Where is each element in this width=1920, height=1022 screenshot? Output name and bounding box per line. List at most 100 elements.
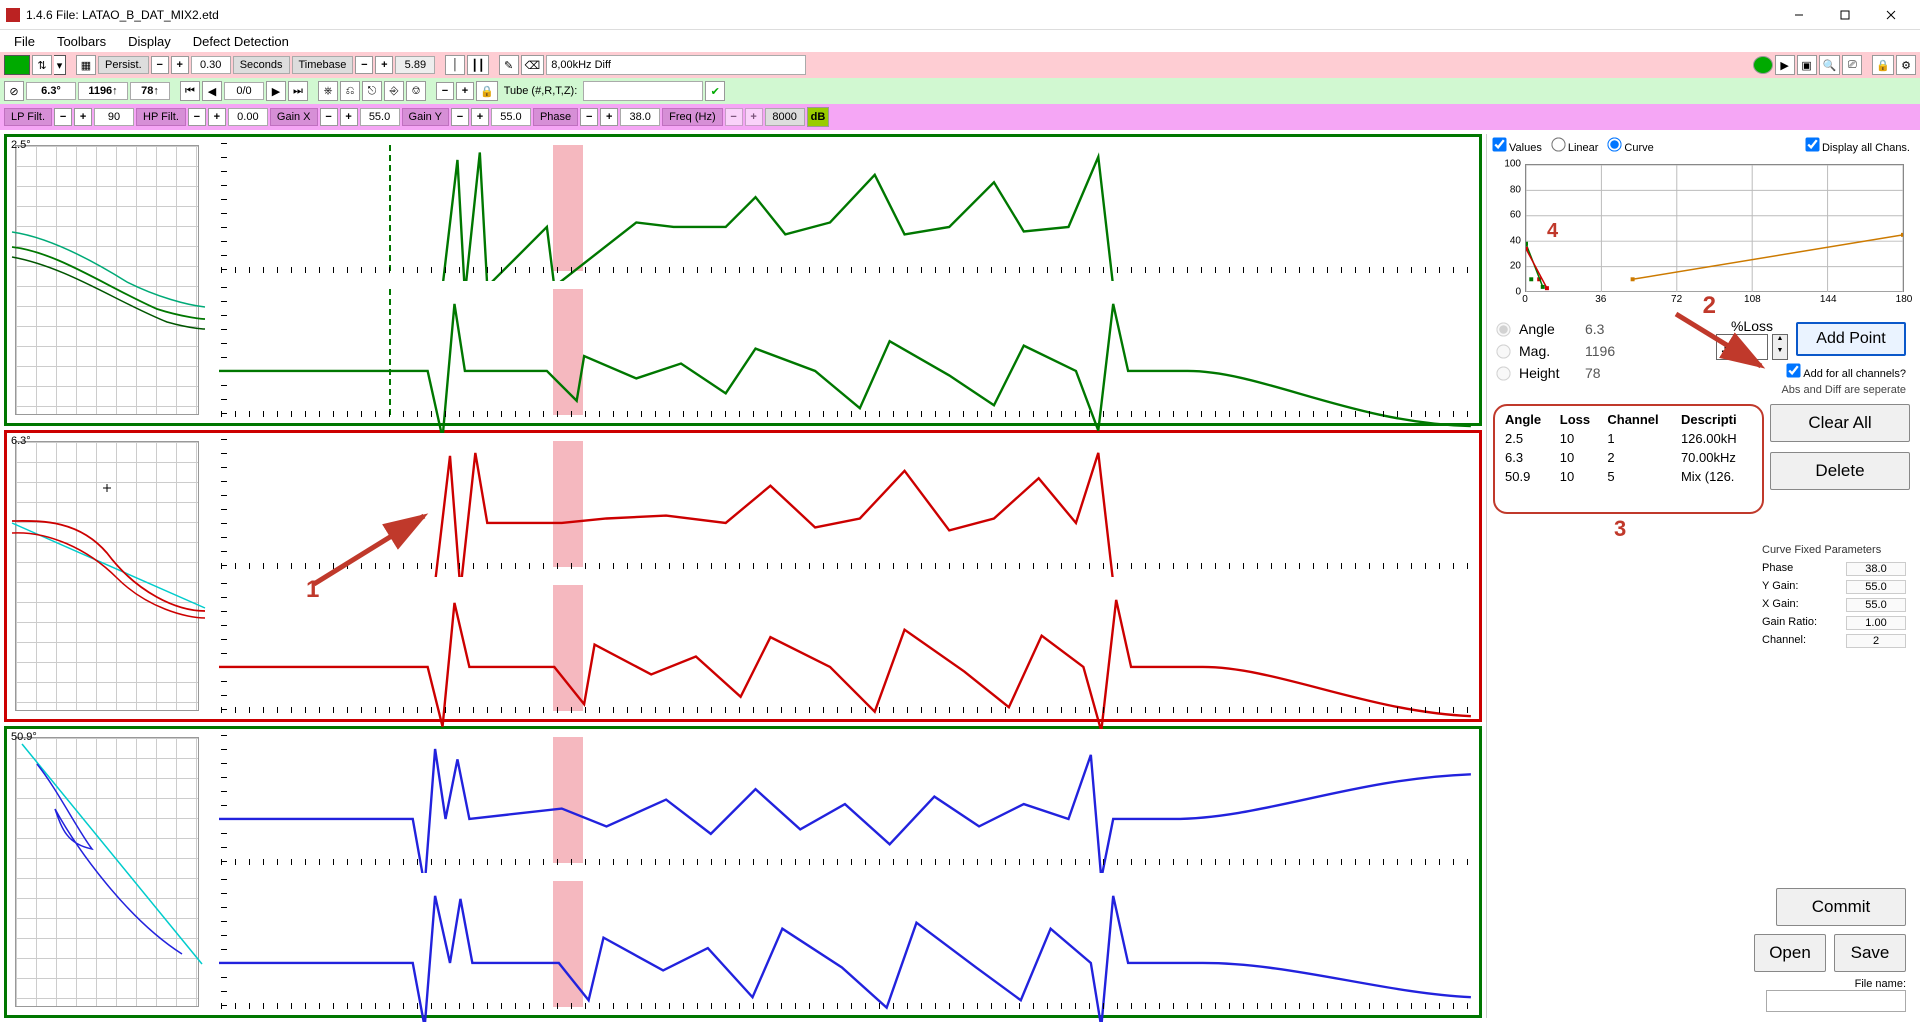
filter-c-icon[interactable]: ⎋ [362, 81, 382, 101]
nav-first-icon[interactable]: ⏮ [180, 81, 200, 101]
strip-ch5-top[interactable] [211, 729, 1479, 871]
minimize-button[interactable] [1776, 0, 1822, 30]
save-button[interactable]: Save [1834, 934, 1906, 972]
linear-radio[interactable]: Linear [1552, 138, 1599, 154]
gainy-plus[interactable]: + [471, 108, 489, 126]
angle-radio [1496, 322, 1510, 336]
nav-last-icon[interactable]: ⏭ [288, 81, 308, 101]
tube-lock-icon[interactable]: 🔒 [476, 81, 498, 101]
table-row[interactable]: 50.9105Mix (126. [1501, 467, 1756, 486]
menu-defect-detection[interactable]: Defect Detection [183, 32, 299, 51]
nav-prev-icon[interactable]: ◀ [202, 81, 222, 101]
menubar: File Toolbars Display Defect Detection [0, 30, 1920, 52]
abs-diff-note: Abs and Diff are seperate [1781, 384, 1906, 396]
gainx-plus[interactable]: + [340, 108, 358, 126]
persist-plus[interactable]: + [171, 56, 189, 74]
erase-tool-icon[interactable]: ⌫ [521, 55, 545, 75]
pct-loss-input[interactable] [1716, 334, 1768, 360]
calibration-chart[interactable]: 020406080100 03672108144180 4 [1493, 160, 1910, 310]
lpfilt-minus[interactable]: − [54, 108, 72, 126]
timebase-minus[interactable]: − [355, 56, 373, 74]
hpfilt-plus[interactable]: + [208, 108, 226, 126]
db-toggle[interactable]: dB [807, 107, 830, 127]
clear-all-button[interactable]: Clear All [1770, 404, 1910, 442]
open-button[interactable]: Open [1754, 934, 1826, 972]
tube-label: Tube (#,R,T,Z): [500, 85, 582, 97]
curve-radio[interactable]: Curve [1608, 138, 1653, 154]
swap-axes-icon[interactable]: ⇅ [32, 55, 52, 75]
points-table[interactable]: Angle Loss Channel Descripti 2.5101126.0… [1493, 404, 1764, 514]
record-icon[interactable] [1753, 56, 1773, 74]
menu-display[interactable]: Display [118, 32, 181, 51]
menu-toolbars[interactable]: Toolbars [47, 32, 116, 51]
filter-e-icon[interactable]: ⎊ [406, 81, 426, 101]
color-swatch[interactable] [4, 55, 30, 75]
lissajous-ch5[interactable]: 50.9° [7, 729, 207, 1015]
gainy-value: 55.0 [491, 108, 531, 126]
hpfilt-minus[interactable]: − [188, 108, 206, 126]
grid-toggle-icon[interactable]: ▦ [76, 55, 96, 75]
table-row[interactable]: 6.310270.00kHz [1501, 448, 1756, 467]
menu-file[interactable]: File [4, 32, 45, 51]
play-icon[interactable]: ▶ [1775, 55, 1795, 75]
timebase-value: 5.89 [395, 56, 435, 74]
range-tool-icon[interactable]: ┃┃ [467, 55, 488, 75]
plots-column: 2.5° [4, 134, 1482, 1018]
filter-a-icon[interactable]: ⎈ [318, 81, 338, 101]
tube-minus[interactable]: − [436, 82, 454, 100]
filter-b-icon[interactable]: ⎌ [340, 81, 360, 101]
persist-minus[interactable]: − [151, 56, 169, 74]
curve-view-options: Values Linear Curve Display all Chans. [1489, 136, 1914, 156]
display-all-check[interactable]: Display all Chans. [1806, 138, 1910, 154]
phase-label: Phase [533, 108, 578, 126]
values-check[interactable]: Values [1493, 138, 1542, 154]
strip-ch5-bot[interactable] [211, 873, 1479, 1015]
file-name-input[interactable] [1766, 990, 1906, 1012]
settings-icon[interactable]: ⚙ [1896, 55, 1916, 75]
maximize-button[interactable] [1822, 0, 1868, 30]
commit-button[interactable]: Commit [1776, 888, 1906, 926]
delete-button[interactable]: Delete [1770, 452, 1910, 490]
apply-tube-icon[interactable]: ✔ [705, 81, 725, 101]
persist-value: 0.30 [191, 56, 231, 74]
cursor-tool-icon[interactable]: │ [445, 55, 465, 75]
snapshot-icon[interactable]: ▣ [1797, 55, 1817, 75]
lissajous-ch1[interactable]: 2.5° [7, 137, 207, 423]
tube-icon[interactable]: ⊘ [4, 81, 24, 101]
app-icon [6, 8, 20, 22]
toolbar-processing: LP Filt. − + 90 HP Filt. − + 0.00 Gain X… [0, 104, 1920, 130]
table-row[interactable]: 2.5101126.00kH [1501, 429, 1756, 448]
gainy-minus[interactable]: − [451, 108, 469, 126]
strip-ch1-bot[interactable] [211, 281, 1479, 423]
channel-name-field[interactable] [546, 55, 806, 75]
main-area: 2.5° [0, 130, 1920, 1022]
lpfilt-value: 90 [94, 108, 134, 126]
add-all-channels-check[interactable]: Add for all channels? [1787, 364, 1906, 380]
close-button[interactable] [1868, 0, 1914, 30]
timebase-plus[interactable]: + [375, 56, 393, 74]
curve-fixed-params: Curve Fixed Parameters Phase38.0 Y Gain:… [1754, 540, 1914, 654]
pct-loss-spinner[interactable]: ▲▼ [1772, 334, 1788, 360]
clear-icon[interactable]: ⎚ [1842, 55, 1862, 75]
height-readout: 78↑ [130, 82, 170, 100]
gainx-minus[interactable]: − [320, 108, 338, 126]
file-name-label: File name: [1855, 978, 1906, 990]
lissajous-ch2[interactable]: 6.3° [7, 433, 207, 719]
mag-radio [1496, 344, 1510, 358]
lock-icon[interactable]: 🔒 [1872, 55, 1894, 75]
tube-field[interactable] [583, 81, 703, 101]
phase-minus[interactable]: − [580, 108, 598, 126]
channel-5-panel: 50.9° [4, 726, 1482, 1018]
strip-ch2-bot[interactable] [211, 577, 1479, 719]
add-point-button[interactable]: Add Point [1796, 322, 1906, 356]
filter-d-icon[interactable]: ⎆ [384, 81, 404, 101]
strip-ch1-top[interactable] [211, 137, 1479, 279]
nav-next-icon[interactable]: ▶ [266, 81, 286, 101]
swatch-dropdown[interactable]: ▾ [54, 55, 66, 75]
zoom-icon[interactable]: 🔍 [1819, 55, 1841, 75]
lpfilt-plus[interactable]: + [74, 108, 92, 126]
phase-plus[interactable]: + [600, 108, 618, 126]
tube-plus[interactable]: + [456, 82, 474, 100]
strip-ch2-top[interactable] [211, 433, 1479, 575]
draw-tool-icon[interactable]: ✎ [499, 55, 519, 75]
